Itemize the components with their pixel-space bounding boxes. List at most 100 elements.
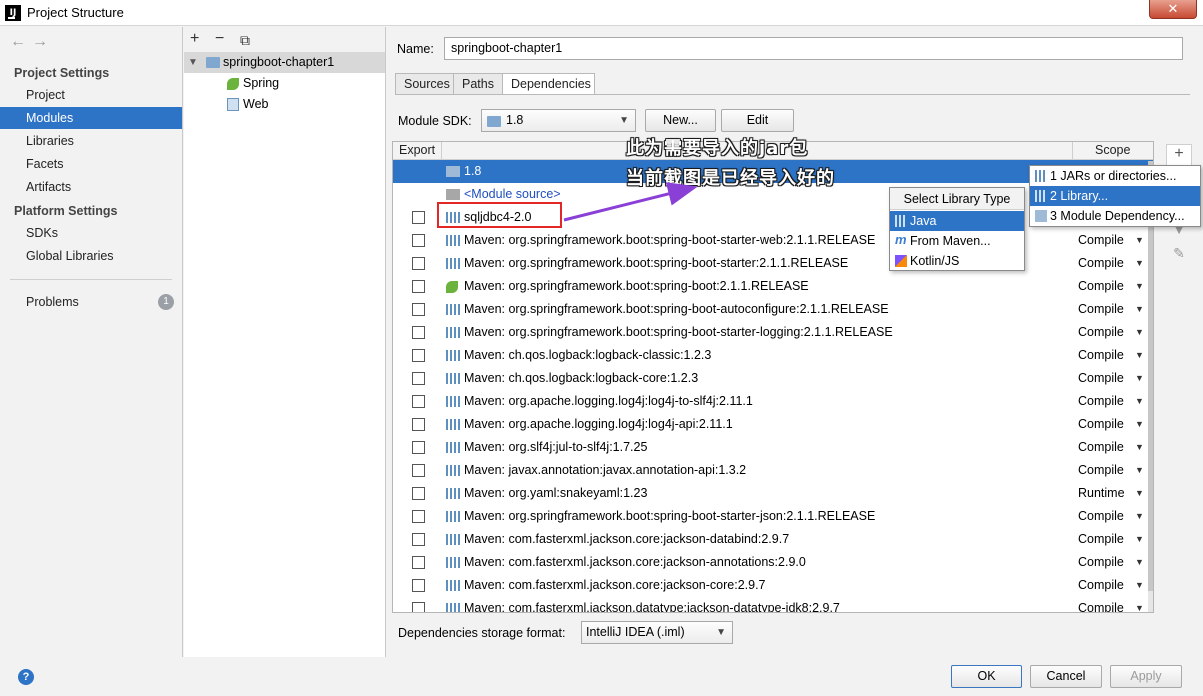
tree-item-web[interactable]: Web [184, 94, 385, 115]
export-checkbox[interactable] [412, 280, 425, 293]
module-name-field[interactable]: springboot-chapter1 [444, 37, 1183, 60]
chevron-down-icon[interactable]: ▼ [1135, 597, 1144, 612]
dependency-name: Maven: com.fasterxml.jackson.datatype:ja… [464, 601, 840, 613]
chevron-down-icon[interactable]: ▼ [1135, 574, 1144, 597]
annotation-arrow [563, 182, 698, 222]
sidebar-item-sdks[interactable]: SDKs [0, 222, 182, 244]
tab-dependencies[interactable]: Dependencies [502, 73, 595, 95]
new-sdk-button[interactable]: New... [645, 109, 716, 132]
dependency-row[interactable]: Maven: org.yaml:snakeyaml:1.23 Runtime ▼ [393, 482, 1153, 505]
chevron-down-icon[interactable]: ▼ [1135, 413, 1144, 436]
chevron-down-icon[interactable]: ▼ [1135, 367, 1144, 390]
dependency-row[interactable]: Maven: ch.qos.logback:logback-classic:1.… [393, 344, 1153, 367]
add-jars-or-directories[interactable]: 1 JARs or directories... [1030, 166, 1200, 186]
settings-sidebar: ←→ Project Settings Project Modules Libr… [0, 27, 183, 657]
dependency-row[interactable]: Maven: org.apache.logging.log4j:log4j-ap… [393, 413, 1153, 436]
dependency-row[interactable]: Maven: com.fasterxml.jackson.datatype:ja… [393, 597, 1153, 613]
sidebar-item-global-libraries[interactable]: Global Libraries [0, 245, 182, 267]
back-arrow-icon[interactable]: ← [10, 33, 32, 50]
sidebar-item-problems[interactable]: Problems 1 [0, 291, 182, 313]
dependency-name: Maven: org.springframework.boot:spring-b… [464, 325, 893, 339]
tree-item-springboot-chapter1[interactable]: ▼ springboot-chapter1 [184, 52, 385, 73]
remove-module-button[interactable]: − [215, 30, 224, 48]
dependency-row[interactable]: Maven: org.slf4j:jul-to-slf4j:1.7.25 Comp… [393, 436, 1153, 459]
export-checkbox[interactable] [412, 395, 425, 408]
add-library[interactable]: 2 Library... [1030, 186, 1200, 206]
library-type-kotlin-js[interactable]: Kotlin/JS [890, 251, 1024, 271]
export-column-header[interactable]: Export [399, 143, 435, 157]
tree-item-label: Web [243, 97, 269, 111]
chevron-down-icon[interactable]: ▼ [1135, 321, 1144, 344]
copy-module-button[interactable]: ⧉ [240, 32, 250, 49]
tree-toolbar: + − ⧉ [184, 27, 385, 53]
cancel-button[interactable]: Cancel [1030, 665, 1102, 688]
chevron-down-icon[interactable]: ▼ [1135, 275, 1144, 298]
module-sdk-combo[interactable]: 1.8 ▼ [481, 109, 636, 132]
export-checkbox[interactable] [412, 211, 425, 224]
dependency-row[interactable]: Maven: org.springframework.boot:spring-b… [393, 252, 1153, 275]
add-dependency-button[interactable]: + [1166, 144, 1192, 166]
sidebar-item-artifacts[interactable]: Artifacts [0, 176, 182, 198]
chevron-down-icon[interactable]: ▼ [1135, 459, 1144, 482]
dependency-row[interactable]: Maven: javax.annotation:javax.annotation… [393, 459, 1153, 482]
chevron-down-icon[interactable]: ▼ [1135, 551, 1144, 574]
dependency-row[interactable]: Maven: org.springframework.boot:spring-b… [393, 229, 1153, 252]
add-module-button[interactable]: + [190, 30, 199, 48]
tab-paths[interactable]: Paths [453, 73, 503, 95]
close-window-button[interactable]: ✕ [1149, 0, 1197, 19]
export-checkbox[interactable] [412, 556, 425, 569]
export-checkbox[interactable] [412, 464, 425, 477]
export-checkbox[interactable] [412, 372, 425, 385]
chevron-down-icon[interactable]: ▼ [1135, 482, 1144, 505]
sidebar-item-project[interactable]: Project [0, 84, 182, 106]
export-checkbox[interactable] [412, 418, 425, 431]
chevron-down-icon[interactable]: ▼ [1135, 344, 1144, 367]
tree-item-spring[interactable]: Spring [184, 73, 385, 94]
dependency-row[interactable]: Maven: org.springframework.boot:spring-b… [393, 275, 1153, 298]
dependency-row[interactable]: Maven: org.apache.logging.log4j:log4j-to… [393, 390, 1153, 413]
vertical-scrollbar[interactable] [1148, 161, 1153, 612]
export-checkbox[interactable] [412, 602, 425, 612]
chevron-down-icon[interactable]: ▼ [1135, 390, 1144, 413]
dependency-row[interactable]: Maven: com.fasterxml.jackson.core:jackso… [393, 551, 1153, 574]
export-checkbox[interactable] [412, 257, 425, 270]
tab-sources[interactable]: Sources [395, 73, 454, 95]
sidebar-item-libraries[interactable]: Libraries [0, 130, 182, 152]
chevron-down-icon[interactable]: ▼ [1135, 298, 1144, 321]
chevron-down-icon[interactable]: ▼ [1135, 528, 1144, 551]
dependency-row[interactable]: Maven: org.springframework.boot:spring-b… [393, 321, 1153, 344]
spring-icon [446, 281, 458, 293]
dependency-row[interactable]: Maven: org.springframework.boot:spring-b… [393, 298, 1153, 321]
expand-caret-icon[interactable]: ▼ [188, 52, 198, 73]
sidebar-item-facets[interactable]: Facets [0, 153, 182, 175]
library-type-maven[interactable]: m From Maven... [890, 231, 1024, 251]
edit-sdk-button[interactable]: Edit [721, 109, 794, 132]
library-type-java[interactable]: Java [890, 211, 1024, 231]
export-checkbox[interactable] [412, 579, 425, 592]
dependency-row[interactable]: Maven: com.fasterxml.jackson.core:jackso… [393, 574, 1153, 597]
dependency-row[interactable]: Maven: ch.qos.logback:logback-core:1.2.3… [393, 367, 1153, 390]
export-checkbox[interactable] [412, 510, 425, 523]
export-checkbox[interactable] [412, 533, 425, 546]
export-checkbox[interactable] [412, 441, 425, 454]
export-checkbox[interactable] [412, 487, 425, 500]
chevron-down-icon[interactable]: ▼ [1135, 252, 1144, 275]
storage-format-combo[interactable]: IntelliJ IDEA (.iml) ▼ [581, 621, 733, 644]
scope-column-header[interactable]: Scope [1095, 143, 1130, 157]
sidebar-item-modules[interactable]: Modules [0, 107, 182, 129]
export-checkbox[interactable] [412, 303, 425, 316]
dependency-row[interactable]: Maven: com.fasterxml.jackson.core:jackso… [393, 528, 1153, 551]
export-checkbox[interactable] [412, 234, 425, 247]
chevron-down-icon[interactable]: ▼ [1135, 505, 1144, 528]
edit-pencil-icon[interactable]: ✎ [1166, 245, 1192, 267]
help-icon[interactable]: ? [18, 669, 34, 685]
apply-button[interactable]: Apply [1110, 665, 1182, 688]
export-checkbox[interactable] [412, 326, 425, 339]
export-checkbox[interactable] [412, 349, 425, 362]
chevron-down-icon[interactable]: ▼ [1135, 436, 1144, 459]
ok-button[interactable]: OK [951, 665, 1022, 688]
chevron-down-icon[interactable]: ▼ [1135, 229, 1144, 252]
dependency-row[interactable]: Maven: org.springframework.boot:spring-b… [393, 505, 1153, 528]
forward-arrow-icon[interactable]: → [32, 33, 54, 50]
add-module-dependency[interactable]: 3 Module Dependency... [1030, 206, 1200, 226]
